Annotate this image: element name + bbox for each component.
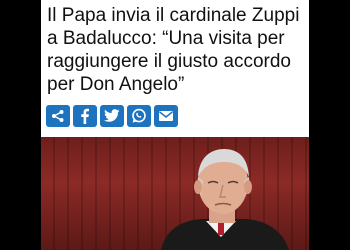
facebook-icon [78,108,92,124]
article-headline[interactable]: Il Papa invia il cardinale Zuppi a Badal… [47,4,305,96]
whatsapp-icon [131,108,147,124]
whatsapp-share-button[interactable] [127,105,151,127]
twitter-icon [104,109,120,123]
facebook-share-button[interactable] [73,105,97,127]
article-card: Il Papa invia il cardinale Zuppi a Badal… [41,0,309,250]
email-share-button[interactable] [154,105,178,127]
share-icon [51,109,65,123]
share-button[interactable] [46,105,70,127]
twitter-share-button[interactable] [100,105,124,127]
email-icon [158,110,174,122]
article-photo[interactable] [41,137,309,250]
cardinal-portrait [161,149,289,250]
share-bar [46,105,178,127]
